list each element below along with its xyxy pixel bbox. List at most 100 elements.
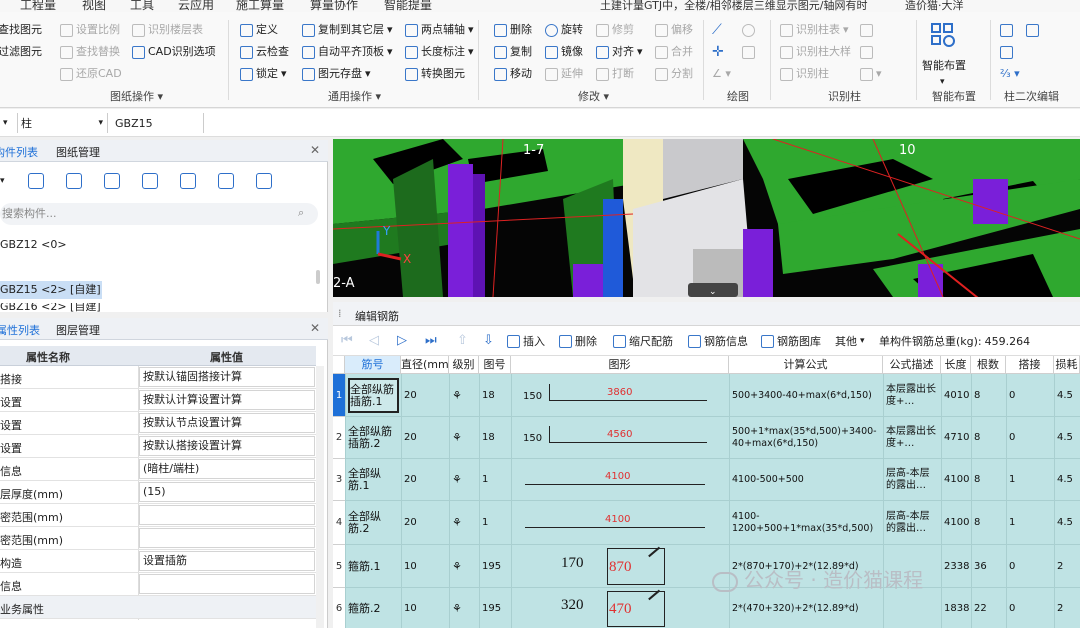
property-value-field[interactable]: 按默认锚固搭接计算 xyxy=(139,367,315,387)
property-value-field[interactable]: 按默认搭接设置计算 xyxy=(139,436,315,456)
trim-button[interactable]: 修剪 xyxy=(596,20,634,40)
table-cell[interactable] xyxy=(886,592,939,626)
column-header[interactable]: 筋号 xyxy=(345,356,401,374)
property-value-field[interactable]: 设置插筋 xyxy=(139,551,315,571)
property-row[interactable]: 设置 按默认节点设置计算 xyxy=(0,412,316,435)
table-cell[interactable]: ⚘ xyxy=(452,421,477,455)
table-cell[interactable]: 2338 xyxy=(944,549,969,584)
row-number[interactable]: 4 xyxy=(333,501,345,545)
property-value-field[interactable]: (15) xyxy=(139,482,315,502)
table-cell[interactable]: 18 xyxy=(482,378,509,413)
align-button[interactable]: 对齐 ▾ xyxy=(596,42,643,62)
column-header[interactable]: 级别 xyxy=(449,356,479,374)
3d-model-canvas[interactable]: 1-7 10 2-A Y X ⌄ xyxy=(333,139,1080,297)
rebar-shape[interactable]: 320 470 xyxy=(511,588,729,628)
table-cell[interactable]: 4.5 xyxy=(1057,421,1078,455)
table-cell[interactable]: 20 xyxy=(404,378,447,413)
table-cell[interactable]: 10 xyxy=(404,549,447,584)
other-button[interactable]: 其他 ▾ xyxy=(835,333,865,349)
table-cell[interactable]: 0 xyxy=(1009,592,1052,626)
last-icon[interactable]: ⏭ xyxy=(425,333,437,348)
search-hint[interactable]: 土建计量GTJ中，全楼/相邻楼层三维显示图元/轴网有时 xyxy=(600,0,868,12)
define-button[interactable]: 定义 xyxy=(240,20,278,40)
column-tool-1[interactable] xyxy=(860,20,873,40)
draw-more-button[interactable]: ∠ ▾ xyxy=(712,64,731,84)
column-header[interactable]: 损耗 xyxy=(1054,356,1080,374)
move-button[interactable]: 移动 xyxy=(494,64,532,84)
merge-button[interactable]: 合并 xyxy=(655,42,693,62)
table-cell[interactable]: 500+1*max(35*d,500)+3400-40+max(6*d,150) xyxy=(732,421,881,455)
floor-select[interactable]: ▾ xyxy=(0,113,18,133)
table-cell[interactable]: 4.5 xyxy=(1057,505,1078,541)
property-row[interactable]: 搭接 按默认锚固搭接计算 xyxy=(0,366,316,389)
tab-property-list[interactable]: 属性列表 xyxy=(0,322,40,338)
column-edit-tool-2[interactable] xyxy=(1000,42,1013,62)
insert-button[interactable]: 插入 xyxy=(507,333,545,349)
table-cell[interactable]: 全部纵筋插筋.1 xyxy=(348,378,399,413)
scrollbar[interactable] xyxy=(316,366,324,628)
layer-copy-icon[interactable] xyxy=(142,173,158,189)
auto-align-slab-button[interactable]: 自动平齐顶板 ▾ xyxy=(302,42,393,62)
menu-item[interactable]: 视图 xyxy=(82,0,106,12)
offset-button[interactable]: 偏移 xyxy=(655,20,693,40)
delete-row-button[interactable]: 删除 xyxy=(559,333,597,349)
recognize-column-button[interactable]: 识别柱 xyxy=(780,64,829,84)
menu-item[interactable]: 云应用 xyxy=(178,0,214,12)
draw-rect-button[interactable] xyxy=(742,42,755,62)
column-header[interactable]: 图形 xyxy=(511,356,729,374)
extend-button[interactable]: 延伸 xyxy=(545,64,583,84)
list-icon[interactable] xyxy=(256,173,272,189)
rebar-info-button[interactable]: 钢筋信息 xyxy=(688,333,748,349)
lock-button[interactable]: 锁定 ▾ xyxy=(240,64,287,84)
table-cell[interactable]: 全部纵筋.1 xyxy=(348,463,399,497)
recognize-column-table-button[interactable]: 识别柱表 ▾ xyxy=(780,20,849,40)
delete-component-icon[interactable] xyxy=(66,173,82,189)
filter-element-button[interactable]: 过滤图元 xyxy=(0,42,42,62)
list-item[interactable]: GBZ16 <2> [自建] xyxy=(0,303,101,313)
tab-component-list[interactable]: 构件列表 xyxy=(0,144,38,160)
table-cell[interactable]: 4100 xyxy=(944,463,969,497)
column-header[interactable]: 根数 xyxy=(971,356,1006,374)
property-row[interactable]: 设置 按默认计算设置计算 xyxy=(0,389,316,412)
tab-layer-management[interactable]: 图层管理 xyxy=(56,322,100,338)
property-value-field[interactable] xyxy=(139,574,315,594)
two-point-axis-button[interactable]: 两点辅轴 ▾ xyxy=(405,20,474,40)
3d-view[interactable]: 1-7 10 2-A Y X ⌄ xyxy=(333,139,1080,297)
table-cell[interactable]: ⚘ xyxy=(452,378,477,413)
property-row[interactable]: 设置 按默认搭接设置计算 xyxy=(0,435,316,458)
table-cell[interactable]: 1 xyxy=(1009,505,1052,541)
length-dimension-button[interactable]: 长度标注 ▾ xyxy=(405,42,474,62)
restore-cad-button[interactable]: 还原CAD xyxy=(60,64,122,84)
rotate-button[interactable]: 旋转 xyxy=(545,20,583,40)
column-tool-3[interactable]: ▾ xyxy=(860,64,882,84)
table-cell[interactable]: 4100-500+500 xyxy=(732,463,881,497)
rebar-shape[interactable]: 150 3860 xyxy=(511,374,729,417)
table-cell[interactable]: 本层露出长度+… xyxy=(886,421,939,455)
row-number[interactable]: 1 xyxy=(333,374,345,417)
table-cell[interactable]: 20 xyxy=(404,505,447,541)
table-cell[interactable]: 层高-本层的露出… xyxy=(886,505,939,541)
table-cell[interactable]: 8 xyxy=(974,378,1004,413)
property-value-field[interactable] xyxy=(139,528,315,548)
table-cell[interactable]: 10 xyxy=(404,592,447,626)
table-cell[interactable]: 1 xyxy=(482,505,509,541)
find-element-button[interactable]: 查找图元 xyxy=(0,20,42,40)
save-element-button[interactable]: 图元存盘 ▾ xyxy=(302,64,371,84)
search-icon[interactable]: ⌕ xyxy=(298,206,304,220)
find-replace-button[interactable]: 查找替换 xyxy=(60,42,120,62)
property-row[interactable]: 信息 xyxy=(0,573,316,596)
export-icon[interactable] xyxy=(180,173,196,189)
new-component-icon[interactable] xyxy=(28,173,44,189)
property-row[interactable]: 信息 (暗柱/端柱) xyxy=(0,458,316,481)
table-cell[interactable]: 4.5 xyxy=(1057,378,1078,413)
tab-drawing-management[interactable]: 图纸管理 xyxy=(56,144,100,160)
close-icon[interactable]: ✕ xyxy=(310,143,320,157)
property-value-field[interactable]: 按默认节点设置计算 xyxy=(139,413,315,433)
table-cell[interactable]: 22 xyxy=(974,592,1004,626)
table-cell[interactable]: 层高-本层的露出… xyxy=(886,463,939,497)
table-cell[interactable]: 20 xyxy=(404,463,447,497)
type-select[interactable]: 柱 ▾ xyxy=(18,113,108,133)
table-cell[interactable]: 4010 xyxy=(944,378,969,413)
recognize-column-detail-button[interactable]: 识别柱大样 xyxy=(780,42,851,62)
table-cell[interactable]: ⚘ xyxy=(452,463,477,497)
